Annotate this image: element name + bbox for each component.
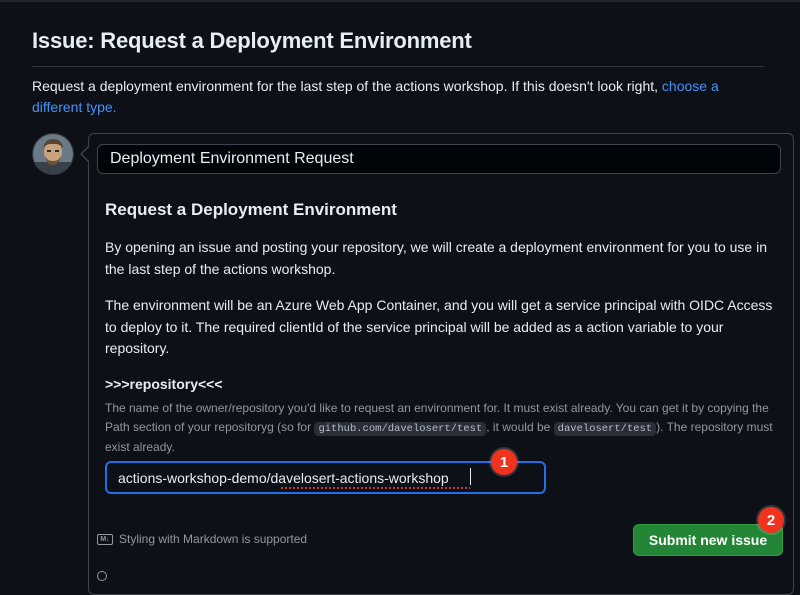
text-cursor xyxy=(470,468,471,485)
form-paragraph-2: The environment will be an Azure Web App… xyxy=(105,297,773,356)
spellcheck-underline xyxy=(281,487,470,489)
annotation-badge-2: 2 xyxy=(758,507,784,533)
help-code-example-2: davelosert/test xyxy=(553,421,657,436)
top-border xyxy=(0,0,800,2)
form-paragraph-1: By opening an issue and posting your rep… xyxy=(105,239,767,277)
markdown-icon: M↓ xyxy=(97,533,113,545)
comment-caret-inner xyxy=(82,147,89,161)
page-title: Issue: Request a Deployment Environment xyxy=(32,28,472,53)
repository-field-help: The name of the owner/repository you'd l… xyxy=(105,399,777,457)
repository-field-label: >>>repository<<< xyxy=(105,376,223,392)
help-text-2: , it would be xyxy=(486,419,554,434)
title-divider xyxy=(32,66,764,67)
issue-title-input[interactable] xyxy=(97,144,781,174)
repository-input[interactable] xyxy=(105,461,546,494)
avatar[interactable] xyxy=(32,133,74,175)
markdown-hint-text: Styling with Markdown is supported xyxy=(119,532,308,546)
description-text: Request a deployment environment for the… xyxy=(32,78,662,94)
info-icon xyxy=(97,571,107,581)
markdown-hint[interactable]: M↓ Styling with Markdown is supported xyxy=(97,532,307,546)
form-heading: Request a Deployment Environment xyxy=(105,200,397,219)
page-description: Request a deployment environment for the… xyxy=(32,76,772,118)
annotation-badge-1: 1 xyxy=(491,449,517,475)
avatar-image xyxy=(33,134,73,174)
help-code-example-1: github.com/davelosert/test xyxy=(314,421,487,436)
